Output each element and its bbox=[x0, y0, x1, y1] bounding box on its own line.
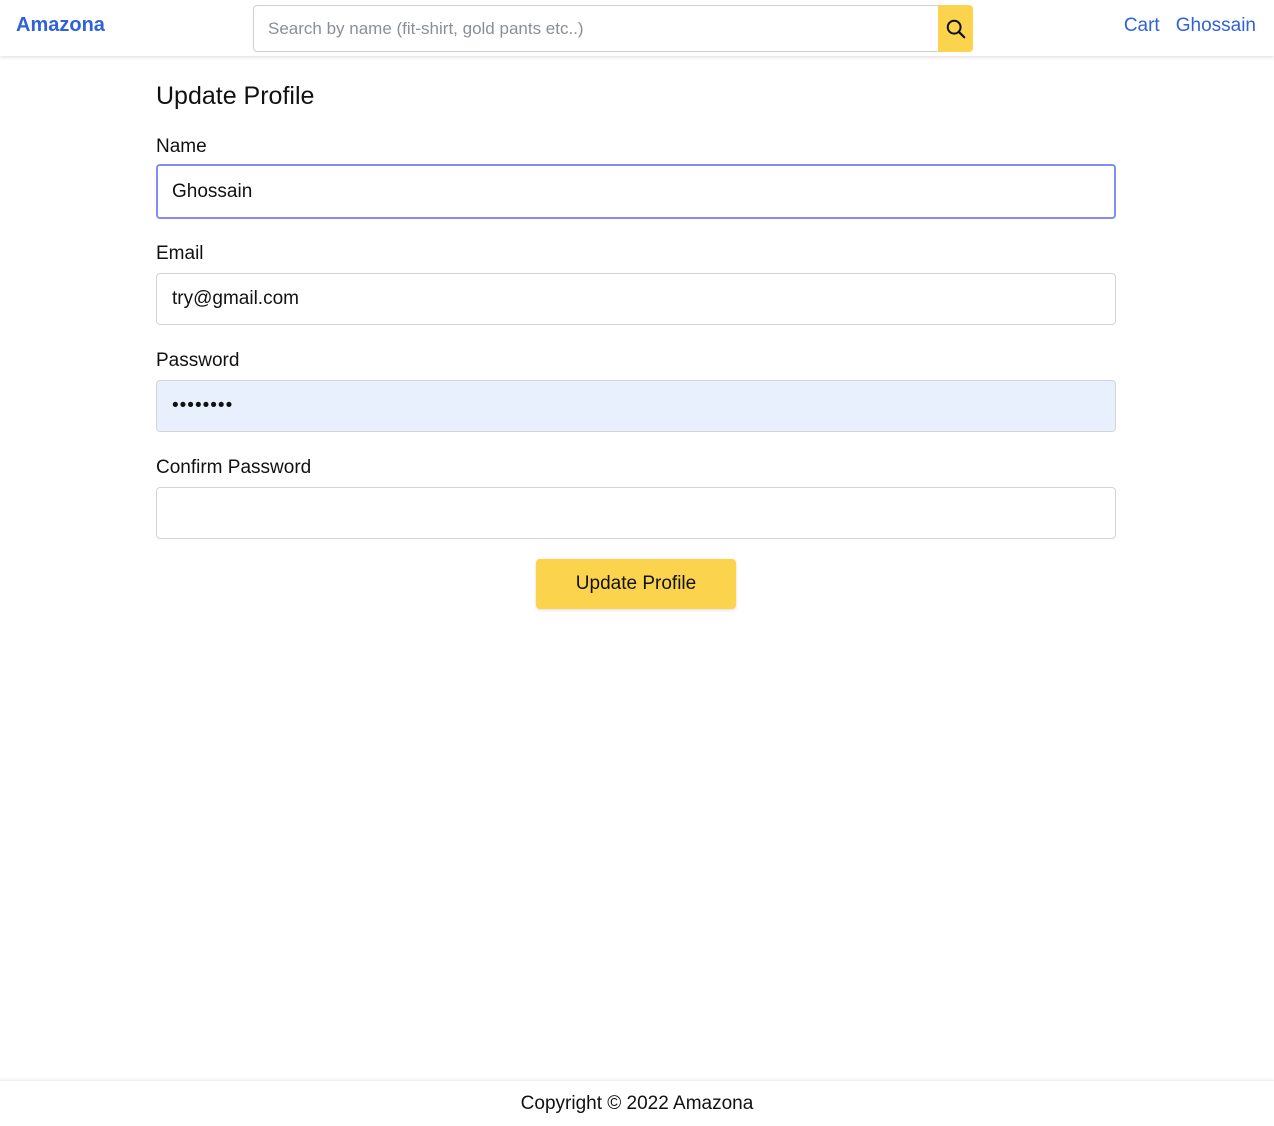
header-nav: Cart Ghossain bbox=[1124, 15, 1256, 37]
page: Amazona Cart Ghossain Update Profile Nam… bbox=[0, 0, 1274, 1126]
search-button[interactable] bbox=[938, 5, 973, 52]
brand-logo-link[interactable]: Amazona bbox=[16, 14, 105, 37]
password-label: Password bbox=[156, 350, 240, 371]
top-navbar: Amazona Cart Ghossain bbox=[0, 0, 1274, 56]
page-title: Update Profile bbox=[156, 82, 315, 110]
copyright-text: Copyright © 2022 Amazona bbox=[520, 1092, 754, 1114]
confirm-password-field[interactable] bbox=[156, 487, 1116, 539]
update-profile-button[interactable]: Update Profile bbox=[536, 559, 736, 609]
search-icon bbox=[946, 19, 965, 38]
name-field[interactable] bbox=[156, 164, 1116, 219]
email-field[interactable] bbox=[156, 273, 1116, 325]
user-menu-link[interactable]: Ghossain bbox=[1176, 15, 1256, 37]
cart-link[interactable]: Cart bbox=[1124, 15, 1160, 37]
profile-form: Update Profile Name Email Password Confi… bbox=[156, 80, 1116, 609]
confirm-password-label: Confirm Password bbox=[156, 457, 312, 478]
name-label: Name bbox=[156, 136, 207, 157]
footer: Copyright © 2022 Amazona bbox=[0, 1080, 1274, 1126]
search-bar bbox=[253, 5, 973, 52]
search-input[interactable] bbox=[253, 5, 938, 52]
password-field[interactable] bbox=[156, 380, 1116, 432]
email-label: Email bbox=[156, 243, 204, 264]
